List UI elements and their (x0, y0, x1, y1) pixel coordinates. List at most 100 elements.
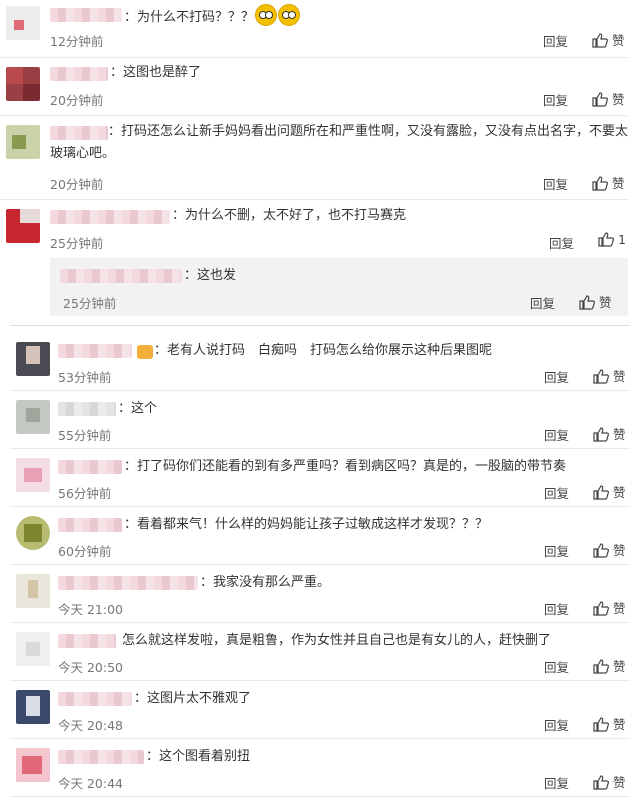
avatar[interactable] (16, 400, 50, 434)
username-blurred[interactable] (50, 8, 122, 22)
username-blurred[interactable] (58, 518, 122, 532)
thumbs-up-icon (593, 543, 609, 558)
thumbs-up-icon (592, 33, 608, 48)
divider (10, 564, 630, 565)
reply-button[interactable]: 回复 (543, 31, 568, 50)
like-button[interactable]: 赞 (593, 540, 626, 559)
comment-time: 20分钟前 (50, 177, 104, 192)
comment-text: ：这图片太不雅观了 (134, 691, 252, 706)
like-button[interactable]: 赞 (592, 30, 625, 49)
thumbs-up-icon (593, 717, 609, 732)
comment-time: 今天 20:48 (58, 718, 123, 733)
reply-button[interactable]: 回复 (530, 293, 555, 312)
section-divider (10, 325, 630, 326)
emoji-icon (278, 4, 301, 26)
comment-text: ：我家没有那么严重。 (200, 575, 331, 590)
like-button[interactable]: 赞 (593, 656, 626, 675)
avatar[interactable] (6, 209, 40, 243)
avatar[interactable] (6, 67, 40, 101)
like-button[interactable]: 赞 (593, 366, 626, 385)
thumbs-up-icon (579, 295, 595, 310)
avatar[interactable] (16, 458, 50, 492)
like-button[interactable]: 赞 (592, 89, 625, 108)
username-blurred[interactable] (58, 344, 132, 358)
comment-time: 55分钟前 (58, 428, 112, 443)
like-button[interactable]: 赞 (593, 598, 626, 617)
comment-time: 20分钟前 (50, 93, 104, 108)
reply-button[interactable]: 回复 (544, 367, 569, 386)
username-blurred[interactable] (60, 269, 182, 283)
username-blurred[interactable] (58, 750, 144, 764)
comment-text: ：打码还怎么让新手妈妈看出问题所在和严重性啊，又没有露脸，又没有点出名字，不要太… (50, 124, 629, 161)
comment-text: ：这个 (118, 401, 158, 416)
reply-button[interactable]: 回复 (544, 483, 569, 502)
comment-time: 今天 21:00 (58, 602, 123, 617)
comment-time: 60分钟前 (58, 544, 112, 559)
thumbs-up-icon (598, 232, 614, 247)
comment-text: ：为什么不打码？？？ (124, 4, 301, 29)
username-blurred[interactable] (58, 692, 132, 706)
comment-text: ：老有人说打码 白痴吗 打码怎么给你展示这种后果图呢 (154, 343, 493, 358)
avatar[interactable] (6, 125, 40, 159)
like-button[interactable]: 赞 (593, 424, 626, 443)
like-button[interactable]: 赞 (579, 292, 612, 311)
thumbs-up-icon (592, 176, 608, 191)
thumbs-up-icon (593, 601, 609, 616)
reply-button[interactable]: 回复 (544, 715, 569, 734)
thumbs-up-icon (593, 369, 609, 384)
username-blurred[interactable] (50, 67, 108, 81)
avatar[interactable] (16, 516, 50, 550)
divider (10, 622, 630, 623)
like-button[interactable]: 赞 (593, 482, 626, 501)
thumbs-up-icon (593, 485, 609, 500)
vip-badge-icon (137, 345, 153, 359)
reply-button[interactable]: 回复 (543, 174, 568, 193)
reply-button[interactable]: 回复 (544, 657, 569, 676)
comment-text: ：打了码你们还能看的到有多严重吗？看到病区吗？真是的，一股脑的带节奏 (124, 459, 567, 474)
divider (10, 390, 630, 391)
comment-time: 12分钟前 (50, 34, 104, 49)
divider (10, 506, 630, 507)
emoji-icon (255, 4, 278, 26)
thumbs-up-icon (592, 92, 608, 107)
thumbs-up-icon (593, 659, 609, 674)
comment-text: ：这也发 (184, 268, 237, 283)
like-button[interactable]: 赞 (593, 714, 626, 733)
username-blurred[interactable] (58, 460, 122, 474)
avatar[interactable] (16, 632, 50, 666)
comment-text: ：看着都来气！什么样的妈妈能让孩子过敏成这样才发现？？？ (124, 517, 489, 532)
divider (10, 738, 630, 739)
username-blurred[interactable] (50, 210, 170, 224)
divider (10, 448, 630, 449)
reply-button[interactable]: 回复 (544, 541, 569, 560)
avatar[interactable] (16, 342, 50, 376)
divider (0, 115, 628, 116)
comment-text: ：为什么不删，太不好了，也不打马赛克 (172, 208, 407, 223)
avatar[interactable] (16, 574, 50, 608)
username-blurred[interactable] (58, 402, 116, 416)
avatar[interactable] (6, 6, 40, 40)
divider (0, 199, 628, 200)
like-button[interactable]: 1 (598, 232, 626, 247)
avatar[interactable] (16, 748, 50, 782)
comment-text: ：这个图看着别扭 (146, 749, 251, 764)
divider (10, 680, 630, 681)
comment-text: ：这图也是醉了 (110, 65, 202, 80)
reply-button[interactable]: 回复 (543, 90, 568, 109)
like-button[interactable]: 赞 (592, 173, 625, 192)
avatar[interactable] (16, 690, 50, 724)
divider (10, 796, 630, 797)
reply-button[interactable]: 回复 (549, 233, 574, 252)
username-blurred[interactable] (58, 576, 198, 590)
thumbs-up-icon (593, 427, 609, 442)
reply-button[interactable]: 回复 (544, 773, 569, 792)
thumbs-up-icon (593, 775, 609, 790)
like-button[interactable]: 赞 (593, 772, 626, 791)
sub-reply-box: ：这也发 25分钟前 回复 赞 (50, 258, 628, 316)
comment-time: 今天 20:50 (58, 660, 123, 675)
comment-time: 25分钟前 (50, 236, 104, 251)
username-blurred[interactable] (58, 634, 116, 648)
reply-button[interactable]: 回复 (544, 425, 569, 444)
divider (0, 57, 628, 58)
reply-button[interactable]: 回复 (544, 599, 569, 618)
